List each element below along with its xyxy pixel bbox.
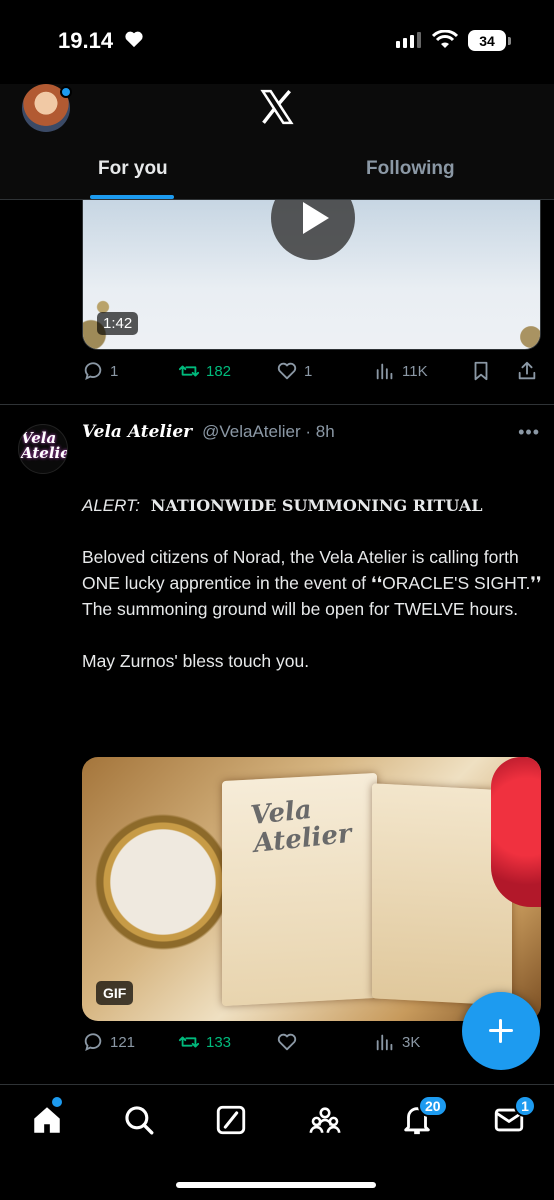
- avatar-notification-dot: [60, 86, 72, 98]
- x-logo-icon[interactable]: [258, 88, 296, 126]
- nav-search[interactable]: [122, 1103, 156, 1137]
- repost-count: 133: [206, 1033, 232, 1051]
- nav-home[interactable]: [30, 1103, 64, 1137]
- repost-button[interactable]: 182: [178, 360, 231, 382]
- author-avatar[interactable]: Vela Atelier: [18, 424, 68, 474]
- repost-button[interactable]: 133: [178, 1031, 231, 1053]
- more-options-icon[interactable]: •••: [518, 422, 540, 443]
- timeline-header: For you Following: [0, 84, 554, 200]
- status-bar: 19.14 34: [0, 0, 554, 84]
- views-icon: [376, 363, 393, 380]
- like-button[interactable]: 1: [276, 360, 312, 382]
- author-handle-text: @VelaAtelier: [202, 422, 301, 441]
- heart-icon: [277, 362, 297, 380]
- battery-cap: [508, 37, 511, 45]
- reply-button[interactable]: 121: [82, 1031, 135, 1053]
- red-cloth-illustration: [491, 757, 541, 907]
- wifi-icon: [432, 30, 458, 48]
- bookmark-icon: [474, 361, 488, 381]
- post-gif-media[interactable]: Vela Atelier GIF: [82, 757, 541, 1021]
- home-icon: [34, 1107, 60, 1133]
- cellular-signal-icon: [396, 32, 421, 48]
- reply-icon: [84, 362, 102, 381]
- repost-count: 182: [206, 362, 232, 380]
- share-icon: [518, 361, 536, 380]
- author-handle[interactable]: @VelaAtelier · 8h: [202, 422, 335, 442]
- post-divider: [0, 404, 554, 405]
- notifications-badge: 20: [418, 1095, 448, 1117]
- views-button[interactable]: 11K: [374, 360, 428, 382]
- views-count: 3K: [402, 1033, 421, 1051]
- heart-icon: [125, 31, 143, 48]
- gif-badge: GIF: [96, 981, 134, 1005]
- timeline-tabs: For you Following: [0, 144, 554, 200]
- nav-communities[interactable]: [308, 1103, 342, 1137]
- video-duration: 1:42: [97, 312, 139, 335]
- tab-following[interactable]: Following: [366, 158, 455, 180]
- post-paragraph: Beloved citizens of Norad, the Vela Atel…: [82, 547, 542, 619]
- play-button[interactable]: [271, 200, 355, 260]
- grok-icon: [216, 1105, 246, 1135]
- reply-button[interactable]: 1: [82, 360, 118, 382]
- active-tab-indicator: [90, 195, 174, 199]
- repost-icon: [178, 365, 200, 377]
- decorative-vine: [510, 309, 540, 349]
- reply-count: 121: [110, 1033, 136, 1051]
- post-header: Vela Atelier @VelaAtelier · 8h •••: [82, 420, 542, 444]
- pocket-watch-illustration: [88, 797, 238, 967]
- video-preview[interactable]: 1:42: [82, 200, 541, 350]
- views-icon: [376, 1034, 393, 1051]
- share-button[interactable]: [516, 360, 538, 382]
- search-icon: [125, 1106, 154, 1135]
- bookmark-button[interactable]: [470, 360, 492, 382]
- home-unread-dot: [52, 1097, 62, 1107]
- views-count: 11K: [402, 362, 428, 380]
- author-avatar-logo: Vela Atelier: [21, 429, 67, 462]
- status-time: 19.14: [58, 28, 114, 53]
- post-actions: 1 182 1 11K: [82, 360, 542, 390]
- repost-icon: [178, 1036, 200, 1048]
- media-book-title: Vela Atelier: [249, 792, 353, 859]
- like-button[interactable]: [276, 1031, 298, 1053]
- post-paragraph: May Zurnos' bless touch you.: [82, 651, 310, 671]
- post-alert-line: ALERT: NATIONWIDE SUMMONING RITUAL: [82, 496, 483, 516]
- views-button[interactable]: 3K: [374, 1031, 420, 1053]
- home-indicator[interactable]: [176, 1182, 376, 1188]
- messages-badge: 1: [514, 1095, 536, 1117]
- reply-icon: [84, 1033, 102, 1052]
- like-count: 1: [304, 362, 313, 380]
- author-display-name[interactable]: Vela Atelier: [82, 422, 192, 442]
- post-time: 8h: [315, 422, 335, 441]
- reply-count: 1: [110, 362, 119, 380]
- tab-for-you[interactable]: For you: [98, 158, 168, 180]
- communities-icon: [309, 1107, 341, 1133]
- heart-icon: [277, 1033, 297, 1051]
- alert-title: NATIONWIDE SUMMONING RITUAL: [150, 496, 483, 515]
- post-text: Beloved citizens of Norad, the Vela Atel…: [82, 544, 542, 700]
- battery-indicator: 34: [468, 30, 506, 51]
- nav-grok[interactable]: [214, 1103, 248, 1137]
- compose-post-button[interactable]: [462, 992, 540, 1070]
- alert-label: ALERT:: [82, 496, 140, 515]
